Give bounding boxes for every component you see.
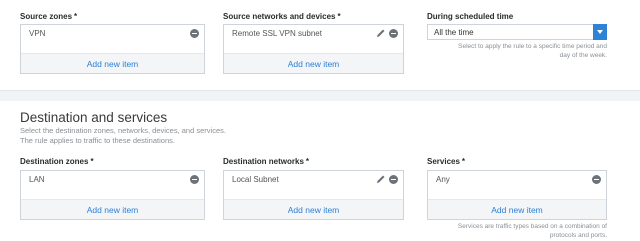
destination-networks-list: Local Subnet Add new item — [223, 170, 404, 220]
service-item-label: Any — [436, 175, 450, 184]
services-list: Any Add new item — [427, 170, 607, 220]
source-network-item-label: Remote SSL VPN subnet — [232, 29, 322, 38]
add-new-item-link[interactable]: Add new item — [87, 59, 139, 69]
remove-icon[interactable] — [389, 175, 398, 184]
destination-network-item-label: Local Subnet — [232, 175, 279, 184]
services-hint: Services are traffic types based on a co… — [457, 223, 607, 239]
schedule-select-value: All the time — [434, 28, 474, 37]
section-divider — [0, 91, 640, 101]
schedule-label: During scheduled time — [427, 12, 514, 21]
destination-zones-add-button[interactable]: Add new item — [21, 199, 204, 219]
pencil-icon[interactable] — [376, 174, 386, 184]
source-zone-item: VPN — [21, 25, 204, 45]
service-item: Any — [428, 171, 606, 191]
services-add-button[interactable]: Add new item — [428, 199, 606, 219]
services-label: Services * — [427, 157, 466, 166]
destination-zones-label: Destination zones * — [20, 157, 94, 166]
section-title: Destination and services — [20, 110, 168, 125]
chevron-down-icon[interactable] — [593, 24, 607, 40]
remove-icon[interactable] — [190, 29, 199, 38]
source-network-item: Remote SSL VPN subnet — [224, 25, 403, 45]
source-networks-add-button[interactable]: Add new item — [224, 53, 403, 73]
schedule-select[interactable]: All the time — [427, 24, 607, 40]
destination-networks-add-button[interactable]: Add new item — [224, 199, 403, 219]
pencil-icon[interactable] — [376, 28, 386, 38]
destination-zones-list: LAN Add new item — [20, 170, 205, 220]
source-zones-label: Source zones * — [20, 12, 78, 21]
add-new-item-link[interactable]: Add new item — [491, 205, 543, 215]
source-networks-label: Source networks and devices * — [223, 12, 341, 21]
destination-networks-label: Destination networks * — [223, 157, 310, 166]
source-networks-list: Remote SSL VPN subnet Add new item — [223, 24, 404, 74]
destination-zone-item-label: LAN — [29, 175, 45, 184]
add-new-item-link[interactable]: Add new item — [288, 59, 340, 69]
source-zones-list: VPN Add new item — [20, 24, 205, 74]
add-new-item-link[interactable]: Add new item — [87, 205, 139, 215]
source-zone-item-label: VPN — [29, 29, 46, 38]
add-new-item-link[interactable]: Add new item — [288, 205, 340, 215]
source-zones-add-button[interactable]: Add new item — [21, 53, 204, 73]
schedule-hint: Select to apply the rule to a specific t… — [458, 43, 607, 59]
remove-icon[interactable] — [592, 175, 601, 184]
remove-icon[interactable] — [190, 175, 199, 184]
destination-network-item: Local Subnet — [224, 171, 403, 191]
section-description: Select the destination zones, networks, … — [20, 126, 226, 145]
destination-zone-item: LAN — [21, 171, 204, 191]
remove-icon[interactable] — [389, 29, 398, 38]
